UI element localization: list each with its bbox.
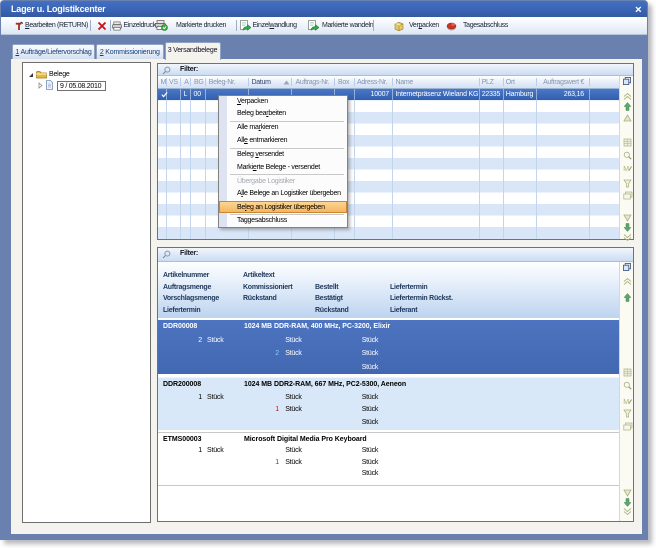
svg-text:M: M (623, 166, 629, 173)
svg-text:M: M (623, 399, 629, 406)
